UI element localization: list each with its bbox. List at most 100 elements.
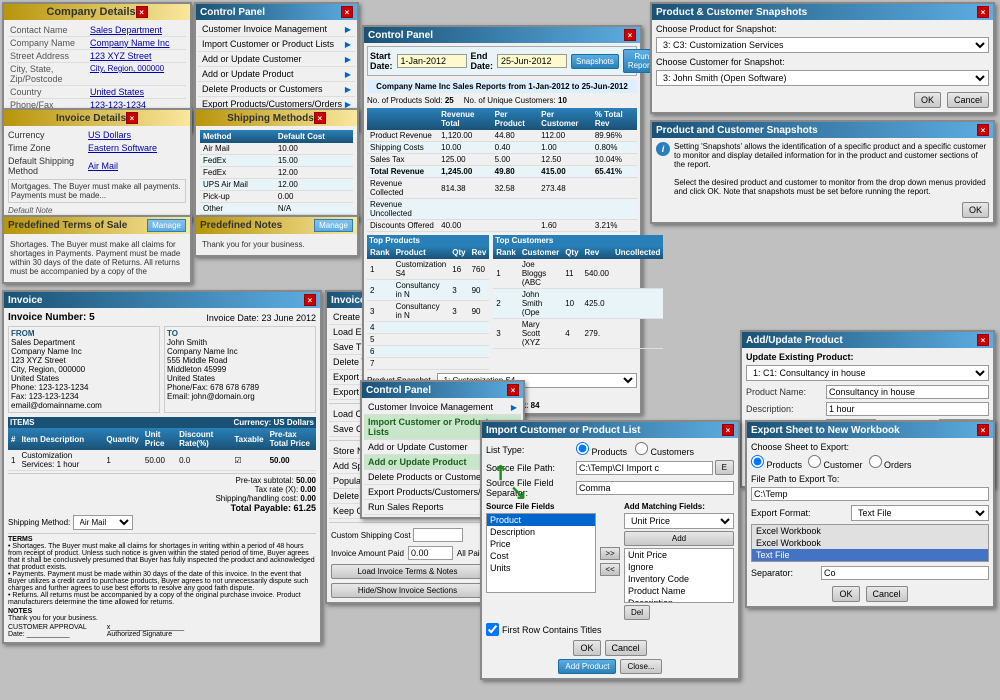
ic-map-right-btn[interactable]: >> — [600, 547, 620, 560]
add-update-product-titlebar: Add/Update Product × — [742, 332, 993, 348]
aup-desc-input[interactable] — [826, 402, 989, 416]
ic-close-import-btn[interactable]: Close... — [620, 659, 661, 674]
cp-customer-invoice[interactable]: Customer Invoice Management ▶ — [198, 22, 355, 37]
ic-del-btn[interactable]: Del — [624, 605, 650, 620]
ic-field-description[interactable]: Description — [487, 526, 595, 538]
es-orders-radio[interactable] — [869, 455, 882, 468]
ic-matched-ignore[interactable]: Ignore — [625, 561, 733, 573]
es-option-excel2[interactable]: Excel Workbook — [752, 537, 988, 549]
shipping-methods-title: Shipping Methods — [227, 113, 314, 124]
ic-separator-input[interactable] — [576, 481, 734, 495]
ps-ok-btn[interactable]: OK — [914, 92, 941, 108]
invoice-details-close[interactable]: × — [126, 112, 138, 124]
es-option-text[interactable]: Text File — [752, 549, 988, 561]
end-date-input[interactable] — [497, 54, 567, 68]
cp-add-update-customer[interactable]: Add or Update Customer ▶ — [198, 52, 355, 67]
cpo-customer-invoice[interactable]: Customer Invoice Management▶ — [364, 400, 521, 415]
cp-arrow-3: ▶ — [345, 70, 351, 79]
invoice-close[interactable]: × — [304, 294, 316, 306]
product-snap-info-close[interactable]: × — [977, 124, 989, 136]
cp-add-update-product[interactable]: Add or Update Product ▶ — [198, 67, 355, 82]
es-products-label: Products — [751, 455, 802, 470]
export-sheet-close[interactable]: × — [977, 424, 989, 436]
tp-row-4: 4 — [367, 322, 489, 334]
aup-desc-row: Description: — [746, 402, 989, 416]
ic-matched-description[interactable]: Description — [625, 597, 733, 603]
shipping-col-cost: Default Cost — [275, 130, 353, 143]
ic-mapping-arrows: >> << — [600, 502, 620, 620]
shipping-row-5: OtherN/A — [200, 203, 353, 215]
company-details-close[interactable]: × — [136, 6, 148, 18]
control-panel-main-close[interactable]: × — [341, 6, 353, 18]
company-details-titlebar: Company Details × — [4, 4, 190, 20]
es-separator-input[interactable] — [821, 566, 989, 580]
predefined-terms-manage-btn[interactable]: Manage — [147, 219, 186, 232]
invoice-date-label: Invoice Date: 23 June 2012 — [206, 313, 316, 323]
ic-customers-radio[interactable] — [635, 442, 648, 455]
ic-hide-show-btn[interactable]: Hide/Show Invoice Sections — [331, 583, 484, 598]
snapshots-btn[interactable]: Snapshots — [571, 54, 619, 69]
sales-report-window: Control Panel × Start Date: End Date: Sn… — [362, 25, 642, 415]
ic-matching-select[interactable]: Unit Price Ignore Inventory Code Product… — [624, 513, 734, 529]
sales-report-content: Start Date: End Date: Snapshots Run Repo… — [364, 43, 640, 413]
ic-load-terms-btn[interactable]: Load Invoice Terms & Notes — [331, 564, 484, 579]
ic-field-product[interactable]: Product — [487, 514, 595, 526]
es-customer-radio[interactable] — [808, 455, 821, 468]
ps-cancel-btn[interactable]: Cancel — [947, 92, 989, 108]
ic-field-price[interactable]: Price — [487, 538, 595, 550]
ic-source-fields-listbox[interactable]: Product Description Price Cost Units — [486, 513, 596, 593]
ic-add-btn[interactable]: Add — [624, 531, 734, 546]
invoice-items-section: ITEMS Currency: US Dollars # Item Descri… — [8, 417, 316, 471]
ic-list-type-row: List Type: Products Customers — [486, 442, 734, 457]
ic-ok-btn[interactable]: OK — [573, 640, 600, 656]
product-snap-info-ok-btn[interactable]: OK — [962, 202, 989, 218]
shipping-method-select[interactable]: Air Mail — [73, 515, 133, 530]
ic-field-cost[interactable]: Cost — [487, 550, 595, 562]
aup-name-input[interactable] — [826, 385, 989, 399]
shipping-methods-window: Shipping Methods × Method Default Cost A… — [194, 108, 359, 221]
es-products-radio[interactable] — [751, 455, 764, 468]
es-filepath-input[interactable] — [751, 487, 989, 501]
es-cancel-btn[interactable]: Cancel — [866, 586, 908, 602]
cd-row-4: Country United States — [8, 86, 186, 99]
ic-field-units[interactable]: Units — [487, 562, 595, 574]
aup-product-select[interactable]: 1: C1: Consultancy in house — [746, 365, 989, 381]
ic-add-product-btn[interactable]: Add Product — [558, 659, 616, 674]
ic-amount-paid-input[interactable] — [408, 546, 453, 560]
product-snapshots-close[interactable]: × — [977, 6, 989, 18]
import-customer-close[interactable]: × — [722, 424, 734, 436]
top-customers-header: Top Customers — [493, 235, 663, 246]
predefined-notes-manage-btn[interactable]: Manage — [314, 219, 353, 232]
ic-cancel-btn[interactable]: Cancel — [605, 640, 647, 656]
cp-overlay-close[interactable]: × — [507, 384, 519, 396]
ps-product-select[interactable]: 3: C3: Customization Services — [656, 37, 989, 53]
ic-matched-listbox[interactable]: Unit Price Ignore Inventory Code Product… — [624, 548, 734, 603]
tc-row-2: 2John Smith (Ope10425.0 — [493, 289, 663, 319]
invoice-totals: Pre-tax subtotal: 50.00 Tax rate (X): 0.… — [8, 473, 316, 513]
cp-import-customer[interactable]: Import Customer or Product Lists ▶ — [198, 37, 355, 52]
ps-choose-product-row: Choose Product for Snapshot: — [656, 24, 989, 34]
es-buttons-row: OK Cancel — [751, 586, 989, 602]
es-ok-btn[interactable]: OK — [832, 586, 859, 602]
es-format-select[interactable]: Excel Workbook Excel Workbook Text File — [851, 505, 989, 521]
ic-browse-btn[interactable]: E — [715, 460, 734, 475]
cp-arrow-4: ▶ — [345, 85, 351, 94]
start-date-input[interactable] — [397, 54, 467, 68]
ic-matching-fields-panel: Add Matching Fields: Unit Price Ignore I… — [624, 502, 734, 620]
id-timezone-row: Time Zone Eastern Software — [8, 143, 186, 153]
predefined-terms-content: Shortages. The Buyer must make all claim… — [4, 234, 190, 282]
sales-report-close[interactable]: × — [624, 29, 636, 41]
ic-matched-prod-name[interactable]: Product Name — [625, 585, 733, 597]
ic-shipping-cost-input[interactable] — [413, 528, 463, 542]
ic-matched-unit-price[interactable]: Unit Price — [625, 549, 733, 561]
ps-customer-select[interactable]: 3: John Smith (Open Software) — [656, 70, 989, 86]
ic-source-file-input[interactable] — [576, 461, 713, 475]
ic-first-row-checkbox[interactable] — [486, 623, 499, 636]
add-update-product-close[interactable]: × — [977, 334, 989, 346]
ic-products-radio[interactable] — [576, 442, 589, 455]
ic-matched-inv-code[interactable]: Inventory Code — [625, 573, 733, 585]
shipping-methods-close[interactable]: × — [314, 112, 326, 124]
cp-delete-products[interactable]: Delete Products or Customers ▶ — [198, 82, 355, 97]
es-option-excel1[interactable]: Excel Workbook — [752, 525, 988, 537]
ic-map-left-btn[interactable]: << — [600, 563, 620, 576]
